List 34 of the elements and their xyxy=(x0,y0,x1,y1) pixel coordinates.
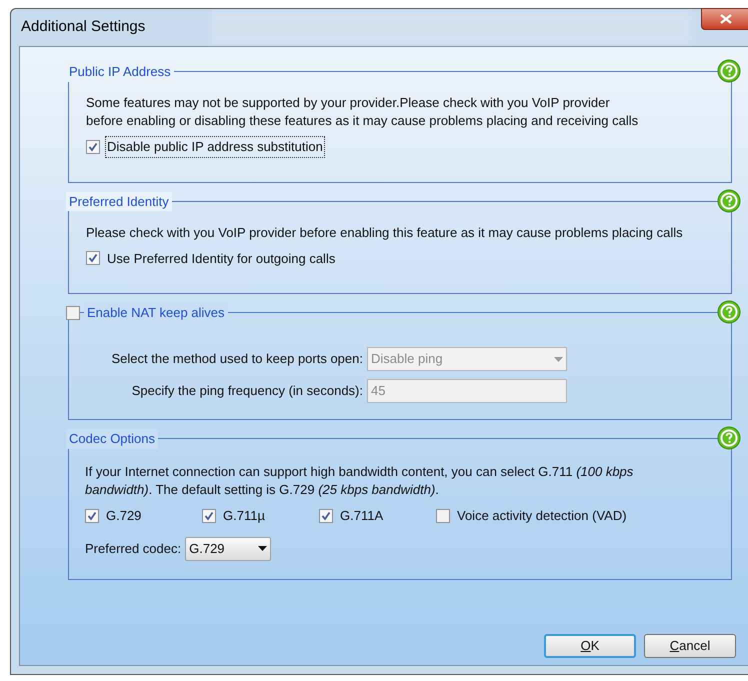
section-description: If your Internet connection can support high bandwidth content, you can select G.711 (100 kbps bandwidth). The default setting is G.729 (25 kbps bandwidth). xyxy=(85,463,634,499)
checkbox-label: G.729 xyxy=(105,507,142,525)
checkbox-label: Use Preferred Identity for outgoing calls xyxy=(106,250,336,268)
checkbox[interactable] xyxy=(86,140,100,154)
close-button[interactable] xyxy=(701,8,748,30)
checkbox[interactable] xyxy=(85,508,99,523)
checkbox-label: Voice activity detection (VAD) xyxy=(456,507,628,525)
checkbox-label: Disable public IP address substitution xyxy=(105,136,325,158)
dropdown-arrow-icon xyxy=(258,546,268,551)
checkbox[interactable] xyxy=(436,508,450,523)
codec-dropdown[interactable]: G.729 xyxy=(185,536,272,560)
checkbox[interactable] xyxy=(86,251,100,266)
section-title: Preferred Identity xyxy=(66,192,172,211)
field-label: Preferred codec: xyxy=(85,540,182,558)
help-icon[interactable] xyxy=(717,59,741,83)
section-description: Please check with you VoIP provider before enabling this feature as it may cause problems placing calls xyxy=(86,224,684,242)
help-icon[interactable] xyxy=(717,426,741,450)
section-title: Codec Options xyxy=(66,429,158,448)
field-label: Specify the ping frequency (in seconds): xyxy=(130,382,364,400)
checkbox-label: G.711A xyxy=(339,507,384,525)
help-icon[interactable] xyxy=(717,188,741,212)
help-icon[interactable] xyxy=(717,300,741,324)
section-title: Enable NAT keep alives xyxy=(84,303,228,322)
checkbox[interactable] xyxy=(66,306,80,320)
cancel-button[interactable]: Cancel xyxy=(644,634,736,658)
checkbox[interactable] xyxy=(202,508,216,523)
dropdown-arrow-icon xyxy=(554,356,563,362)
checkbox[interactable] xyxy=(319,508,333,523)
checkbox-label: G.711µ xyxy=(222,507,266,525)
close-icon xyxy=(720,14,732,24)
ok-button[interactable]: OK xyxy=(544,634,636,658)
section-description: Some features may not be supported by your provider.Please check with you VoIP provider before enabling or disabling these features as it may cause problems placing and receiving calls xyxy=(86,94,640,130)
field-label: Select the method used to keep ports open: xyxy=(110,350,364,368)
window-title: Additional Settings xyxy=(21,17,146,38)
